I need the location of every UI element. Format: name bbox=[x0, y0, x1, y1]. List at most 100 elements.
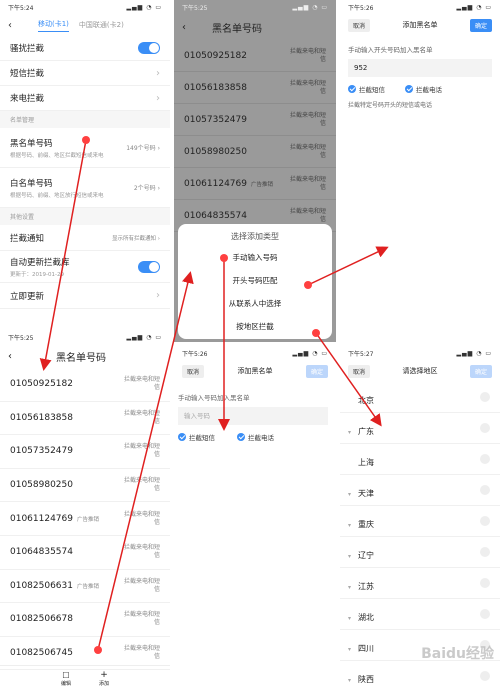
status-time: 下午5:25 bbox=[182, 4, 208, 12]
table-row[interactable]: 01064835574 拦截来电和短信 bbox=[0, 536, 170, 570]
region-name: 辽宁 bbox=[358, 550, 374, 560]
region-name: 天津 bbox=[358, 488, 374, 498]
table-row[interactable]: 01057352479 拦截来电和短信 bbox=[174, 104, 336, 136]
prefix-note: 拦截特定号码开头的短信或电话 bbox=[348, 102, 433, 109]
whitelist-count: 2个号码 › bbox=[133, 185, 160, 192]
confirm-button[interactable]: 确定 bbox=[469, 364, 492, 378]
block-call-checkbox[interactable]: 拦截电话 bbox=[237, 432, 274, 442]
whitelist-row[interactable]: 白名单号码 根据号码、前缀、地区放行短信或来电 2个号码 › bbox=[0, 168, 170, 208]
confirm-button[interactable]: 确定 bbox=[305, 364, 328, 378]
dim-number-list: 01050925182 拦截来电和短信 01056183858 拦截来电和短信 0105… bbox=[174, 40, 336, 232]
chevron-down-icon[interactable]: ▾ bbox=[348, 491, 358, 498]
chevron-down-icon[interactable]: ▾ bbox=[348, 677, 358, 684]
region-radio[interactable] bbox=[480, 609, 490, 619]
phone-number: 01050925182 bbox=[10, 379, 73, 390]
region-radio[interactable] bbox=[480, 485, 490, 495]
table-row[interactable]: 01050925182 拦截来电和短信 bbox=[174, 40, 336, 72]
auto-update-toggle[interactable] bbox=[138, 260, 160, 273]
block-sms-checkbox[interactable]: 拦截短信 bbox=[348, 84, 385, 94]
option-contacts[interactable]: 从联系人中选择 bbox=[178, 292, 332, 315]
chevron-down-icon[interactable]: ▾ bbox=[348, 522, 358, 529]
chevron-down-icon[interactable]: ▾ bbox=[348, 615, 358, 622]
block-type-label: 拦截来电和短信 bbox=[290, 207, 327, 223]
region-radio[interactable] bbox=[480, 547, 490, 557]
back-icon[interactable]: ‹ bbox=[8, 351, 56, 362]
table-row[interactable]: 01056183858 拦截来电和短信 bbox=[174, 72, 336, 104]
block-type-label: 拦截来电和短信 bbox=[290, 111, 327, 127]
region-radio[interactable] bbox=[480, 671, 490, 681]
number-input[interactable]: 输入号码 bbox=[178, 407, 328, 425]
region-radio[interactable] bbox=[480, 578, 490, 588]
region-item[interactable]: ▾ 广东 bbox=[340, 413, 500, 444]
table-row[interactable]: 01050925182 拦截来电和短信 bbox=[0, 368, 170, 402]
region-radio[interactable] bbox=[480, 392, 490, 402]
harass-toggle[interactable] bbox=[138, 42, 160, 54]
table-row[interactable]: 01082506678 拦截来电和短信 bbox=[0, 603, 170, 637]
notify-row[interactable]: 拦截通知 显示所有拦截通知 › bbox=[0, 225, 170, 251]
update-now-row[interactable]: 立即更新 › bbox=[0, 283, 170, 309]
chevron-down-icon[interactable]: ▾ bbox=[348, 646, 358, 653]
section-list-header: 名单管理 bbox=[0, 111, 170, 128]
table-row[interactable]: 01056183858 拦截来电和短信 bbox=[0, 402, 170, 436]
chevron-right-icon: › bbox=[156, 67, 160, 79]
region-item[interactable]: ▾ 江苏 bbox=[340, 568, 500, 599]
tab-sim2[interactable]: 中国联通(卡2) bbox=[79, 20, 124, 30]
phone-number: 01064835574 bbox=[10, 547, 73, 558]
add-button[interactable]: + 添加 bbox=[99, 670, 109, 687]
option-manual[interactable]: 手动输入号码 bbox=[178, 246, 332, 269]
chevron-down-icon[interactable]: ▾ bbox=[348, 584, 358, 591]
region-item[interactable]: ▾ 重庆 bbox=[340, 506, 500, 537]
blacklist-desc: 根据号码、前缀、地区拦截短信或来电 bbox=[10, 152, 104, 159]
chevron-down-icon[interactable]: ▾ bbox=[348, 553, 358, 560]
call-row[interactable]: 来电拦截 › bbox=[0, 86, 170, 111]
block-type-label: 拦截来电和短信 bbox=[124, 544, 161, 560]
status-bar: 下午5:26 ▂▄▆ ◔ ▭ bbox=[340, 0, 500, 14]
region-name: 广东 bbox=[358, 426, 374, 436]
region-panel: 下午5:27 ▂▄▆ ◔ ▭ 取消 请选择地区 确定 北京 ▾ 广东 上海 ▾ 天津 ▾ 重庆 ▾… bbox=[340, 346, 500, 691]
check-icon bbox=[178, 433, 186, 441]
table-row[interactable]: 01058980250 拦截来电和短信 bbox=[174, 136, 336, 168]
blacklist-row[interactable]: 黑名单号码 根据号码、前缀、地区拦截短信或来电 149个号码 › bbox=[0, 128, 170, 168]
sms-row[interactable]: 短信拦截 › bbox=[0, 61, 170, 86]
phone-number: 01056183858 bbox=[184, 82, 247, 93]
prefix-input[interactable]: 952 bbox=[348, 59, 492, 77]
page-title: 添加黑名单 bbox=[402, 21, 438, 29]
option-region[interactable]: 按地区拦截 bbox=[178, 315, 332, 338]
region-radio[interactable] bbox=[480, 516, 490, 526]
table-row[interactable]: 01061124769 广告推销 拦截来电和短信 bbox=[0, 502, 170, 536]
region-item[interactable]: ▾ 陕西 bbox=[340, 661, 500, 691]
edit-button[interactable]: ☐ 编辑 bbox=[61, 671, 71, 687]
region-item[interactable]: ▾ 辽宁 bbox=[340, 537, 500, 568]
table-row[interactable]: 01082506631 广告推销 拦截来电和短信 bbox=[0, 570, 170, 604]
back-icon[interactable]: ‹ bbox=[182, 22, 212, 33]
chevron-down-icon[interactable]: ▾ bbox=[348, 429, 358, 436]
confirm-button[interactable]: 确定 bbox=[469, 18, 492, 32]
region-radio[interactable] bbox=[480, 423, 490, 433]
region-item[interactable]: ▾ 湖北 bbox=[340, 599, 500, 630]
block-type-label: 拦截来电和短信 bbox=[290, 143, 327, 159]
harass-row: 骚扰拦截 bbox=[0, 36, 170, 61]
table-row[interactable]: 01057352479 拦截来电和短信 bbox=[0, 435, 170, 469]
table-row[interactable]: 01061124769 广告推销 拦截来电和短信 bbox=[174, 168, 336, 200]
back-icon[interactable]: ‹ bbox=[8, 20, 12, 31]
cancel-button[interactable]: 取消 bbox=[182, 364, 205, 378]
block-sms-checkbox[interactable]: 拦截短信 bbox=[178, 432, 215, 442]
tab-bar: ‹ 移动(卡1) 中国联通(卡2) bbox=[0, 14, 170, 36]
block-type-label: 拦截来电和短信 bbox=[124, 409, 161, 425]
region-item[interactable]: 上海 bbox=[340, 444, 500, 475]
table-row[interactable]: 01058980250 拦截来电和短信 bbox=[0, 469, 170, 503]
region-header: 取消 请选择地区 确定 bbox=[340, 360, 500, 382]
block-call-checkbox[interactable]: 拦截电话 bbox=[405, 84, 442, 94]
region-name: 北京 bbox=[358, 395, 374, 405]
block-type-label: 拦截来电和短信 bbox=[124, 376, 161, 392]
watermark: Baidu经验 bbox=[421, 646, 494, 662]
region-item[interactable]: 北京 bbox=[340, 382, 500, 413]
cancel-button[interactable]: 取消 bbox=[348, 18, 371, 32]
ad-tag: 广告推销 bbox=[77, 516, 100, 523]
cancel-button[interactable]: 取消 bbox=[348, 364, 371, 378]
region-item[interactable]: ▾ 天津 bbox=[340, 475, 500, 506]
status-bar: 下午5:25 ▂▄▆ ◔ ▭ bbox=[174, 0, 336, 14]
option-prefix[interactable]: 开头号码匹配 bbox=[178, 269, 332, 292]
region-radio[interactable] bbox=[480, 454, 490, 464]
tab-sim1[interactable]: 移动(卡1) bbox=[38, 19, 69, 32]
